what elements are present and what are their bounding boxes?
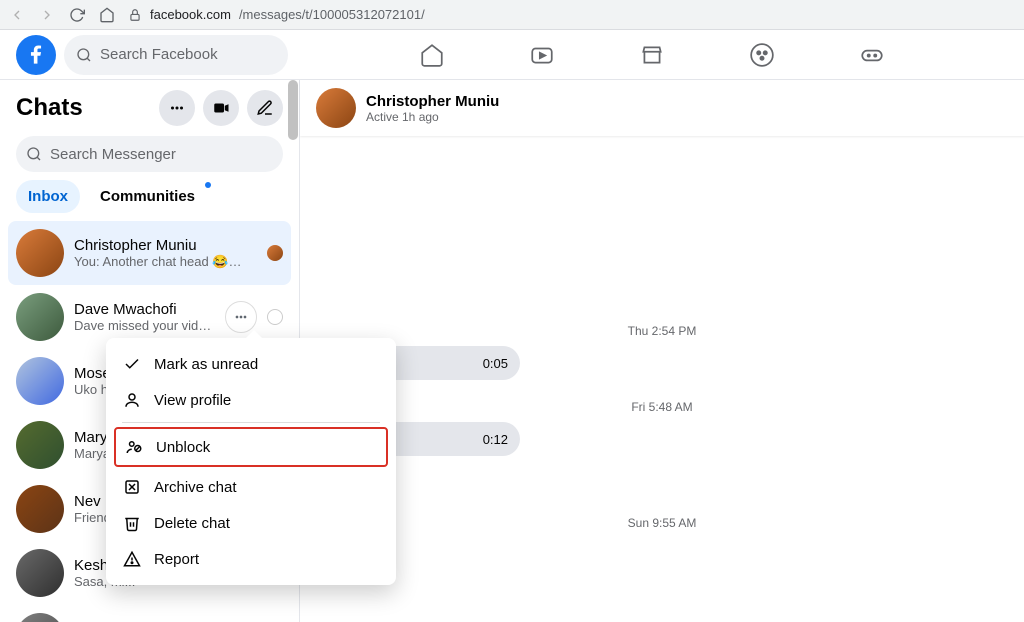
home-icon[interactable]	[98, 6, 116, 24]
check-icon	[122, 354, 142, 374]
unblock-icon	[124, 437, 144, 457]
more-button[interactable]	[159, 90, 195, 126]
conversation-item[interactable]: Master ChampEish Bro ! · 12w	[8, 605, 291, 622]
url-path: /messages/t/100005312072101/	[239, 7, 425, 22]
tab-communities[interactable]: Communities	[88, 180, 207, 213]
avatar	[16, 357, 64, 405]
tab-inbox[interactable]: Inbox	[16, 180, 80, 213]
facebook-logo[interactable]	[16, 35, 56, 75]
delivered-indicator	[267, 309, 283, 325]
profile-icon	[122, 390, 142, 410]
chat-body: Thu 2:54 PM 0:05 Fri 5:48 AM 0:12 Sun 9:…	[300, 136, 1024, 622]
seen-indicator	[267, 245, 283, 261]
url-bar[interactable]: facebook.com/messages/t/100005312072101/	[128, 7, 425, 22]
menu-arrow	[246, 330, 262, 338]
avatar	[16, 293, 64, 341]
avatar	[16, 421, 64, 469]
browser-toolbar: facebook.com/messages/t/100005312072101/	[0, 0, 1024, 30]
url-host: facebook.com	[150, 7, 231, 22]
chat-timestamp: Sun 9:55 AM	[300, 516, 1024, 530]
nav-groups[interactable]	[742, 35, 782, 75]
trash-icon	[122, 513, 142, 533]
search-placeholder: Search Facebook	[100, 46, 218, 63]
archive-icon	[122, 477, 142, 497]
avatar	[316, 88, 356, 128]
nav-marketplace[interactable]	[632, 35, 672, 75]
chat-contact-status: Active 1h ago	[366, 110, 499, 124]
conversation-more-button[interactable]	[225, 301, 257, 333]
menu-delete[interactable]: Delete chat	[114, 505, 388, 541]
unread-dot	[205, 182, 211, 188]
lock-icon	[128, 8, 142, 22]
warning-icon	[122, 549, 142, 569]
search-messenger-placeholder: Search Messenger	[50, 146, 176, 163]
nav-watch[interactable]	[522, 35, 562, 75]
conversation-item[interactable]: Christopher MuniuYou: Another chat head …	[8, 221, 291, 285]
context-menu: Mark as unread View profile Unblock Arch…	[106, 338, 396, 585]
new-message-button[interactable]	[247, 90, 283, 126]
nav-gaming[interactable]	[852, 35, 892, 75]
chats-title: Chats	[16, 94, 151, 122]
unblock-highlight: Unblock	[114, 427, 388, 467]
menu-view-profile[interactable]: View profile	[114, 382, 388, 418]
search-icon	[76, 47, 92, 63]
forward-icon[interactable]	[38, 6, 56, 24]
menu-archive[interactable]: Archive chat	[114, 469, 388, 505]
menu-report[interactable]: Report	[114, 541, 388, 577]
back-icon[interactable]	[8, 6, 26, 24]
chat-timestamp: Fri 5:48 AM	[300, 400, 1024, 414]
search-messenger-input[interactable]: Search Messenger	[16, 136, 283, 172]
nav-home[interactable]	[412, 35, 452, 75]
chat-panel: Christopher Muniu Active 1h ago Thu 2:54…	[300, 80, 1024, 622]
new-video-button[interactable]	[203, 90, 239, 126]
avatar	[16, 229, 64, 277]
avatar	[16, 549, 64, 597]
search-icon	[26, 146, 42, 162]
chat-timestamp: Thu 2:54 PM	[300, 324, 1024, 338]
menu-mark-unread[interactable]: Mark as unread	[114, 346, 388, 382]
menu-unblock[interactable]: Unblock	[116, 429, 386, 465]
avatar	[16, 613, 64, 622]
avatar	[16, 485, 64, 533]
top-nav: Search Facebook	[0, 30, 1024, 80]
search-facebook-input[interactable]: Search Facebook	[64, 35, 288, 75]
menu-divider	[122, 422, 380, 423]
nav-center	[296, 35, 1008, 75]
chat-contact-name: Christopher Muniu	[366, 93, 499, 110]
chat-header[interactable]: Christopher Muniu Active 1h ago	[300, 80, 1024, 136]
reload-icon[interactable]	[68, 6, 86, 24]
